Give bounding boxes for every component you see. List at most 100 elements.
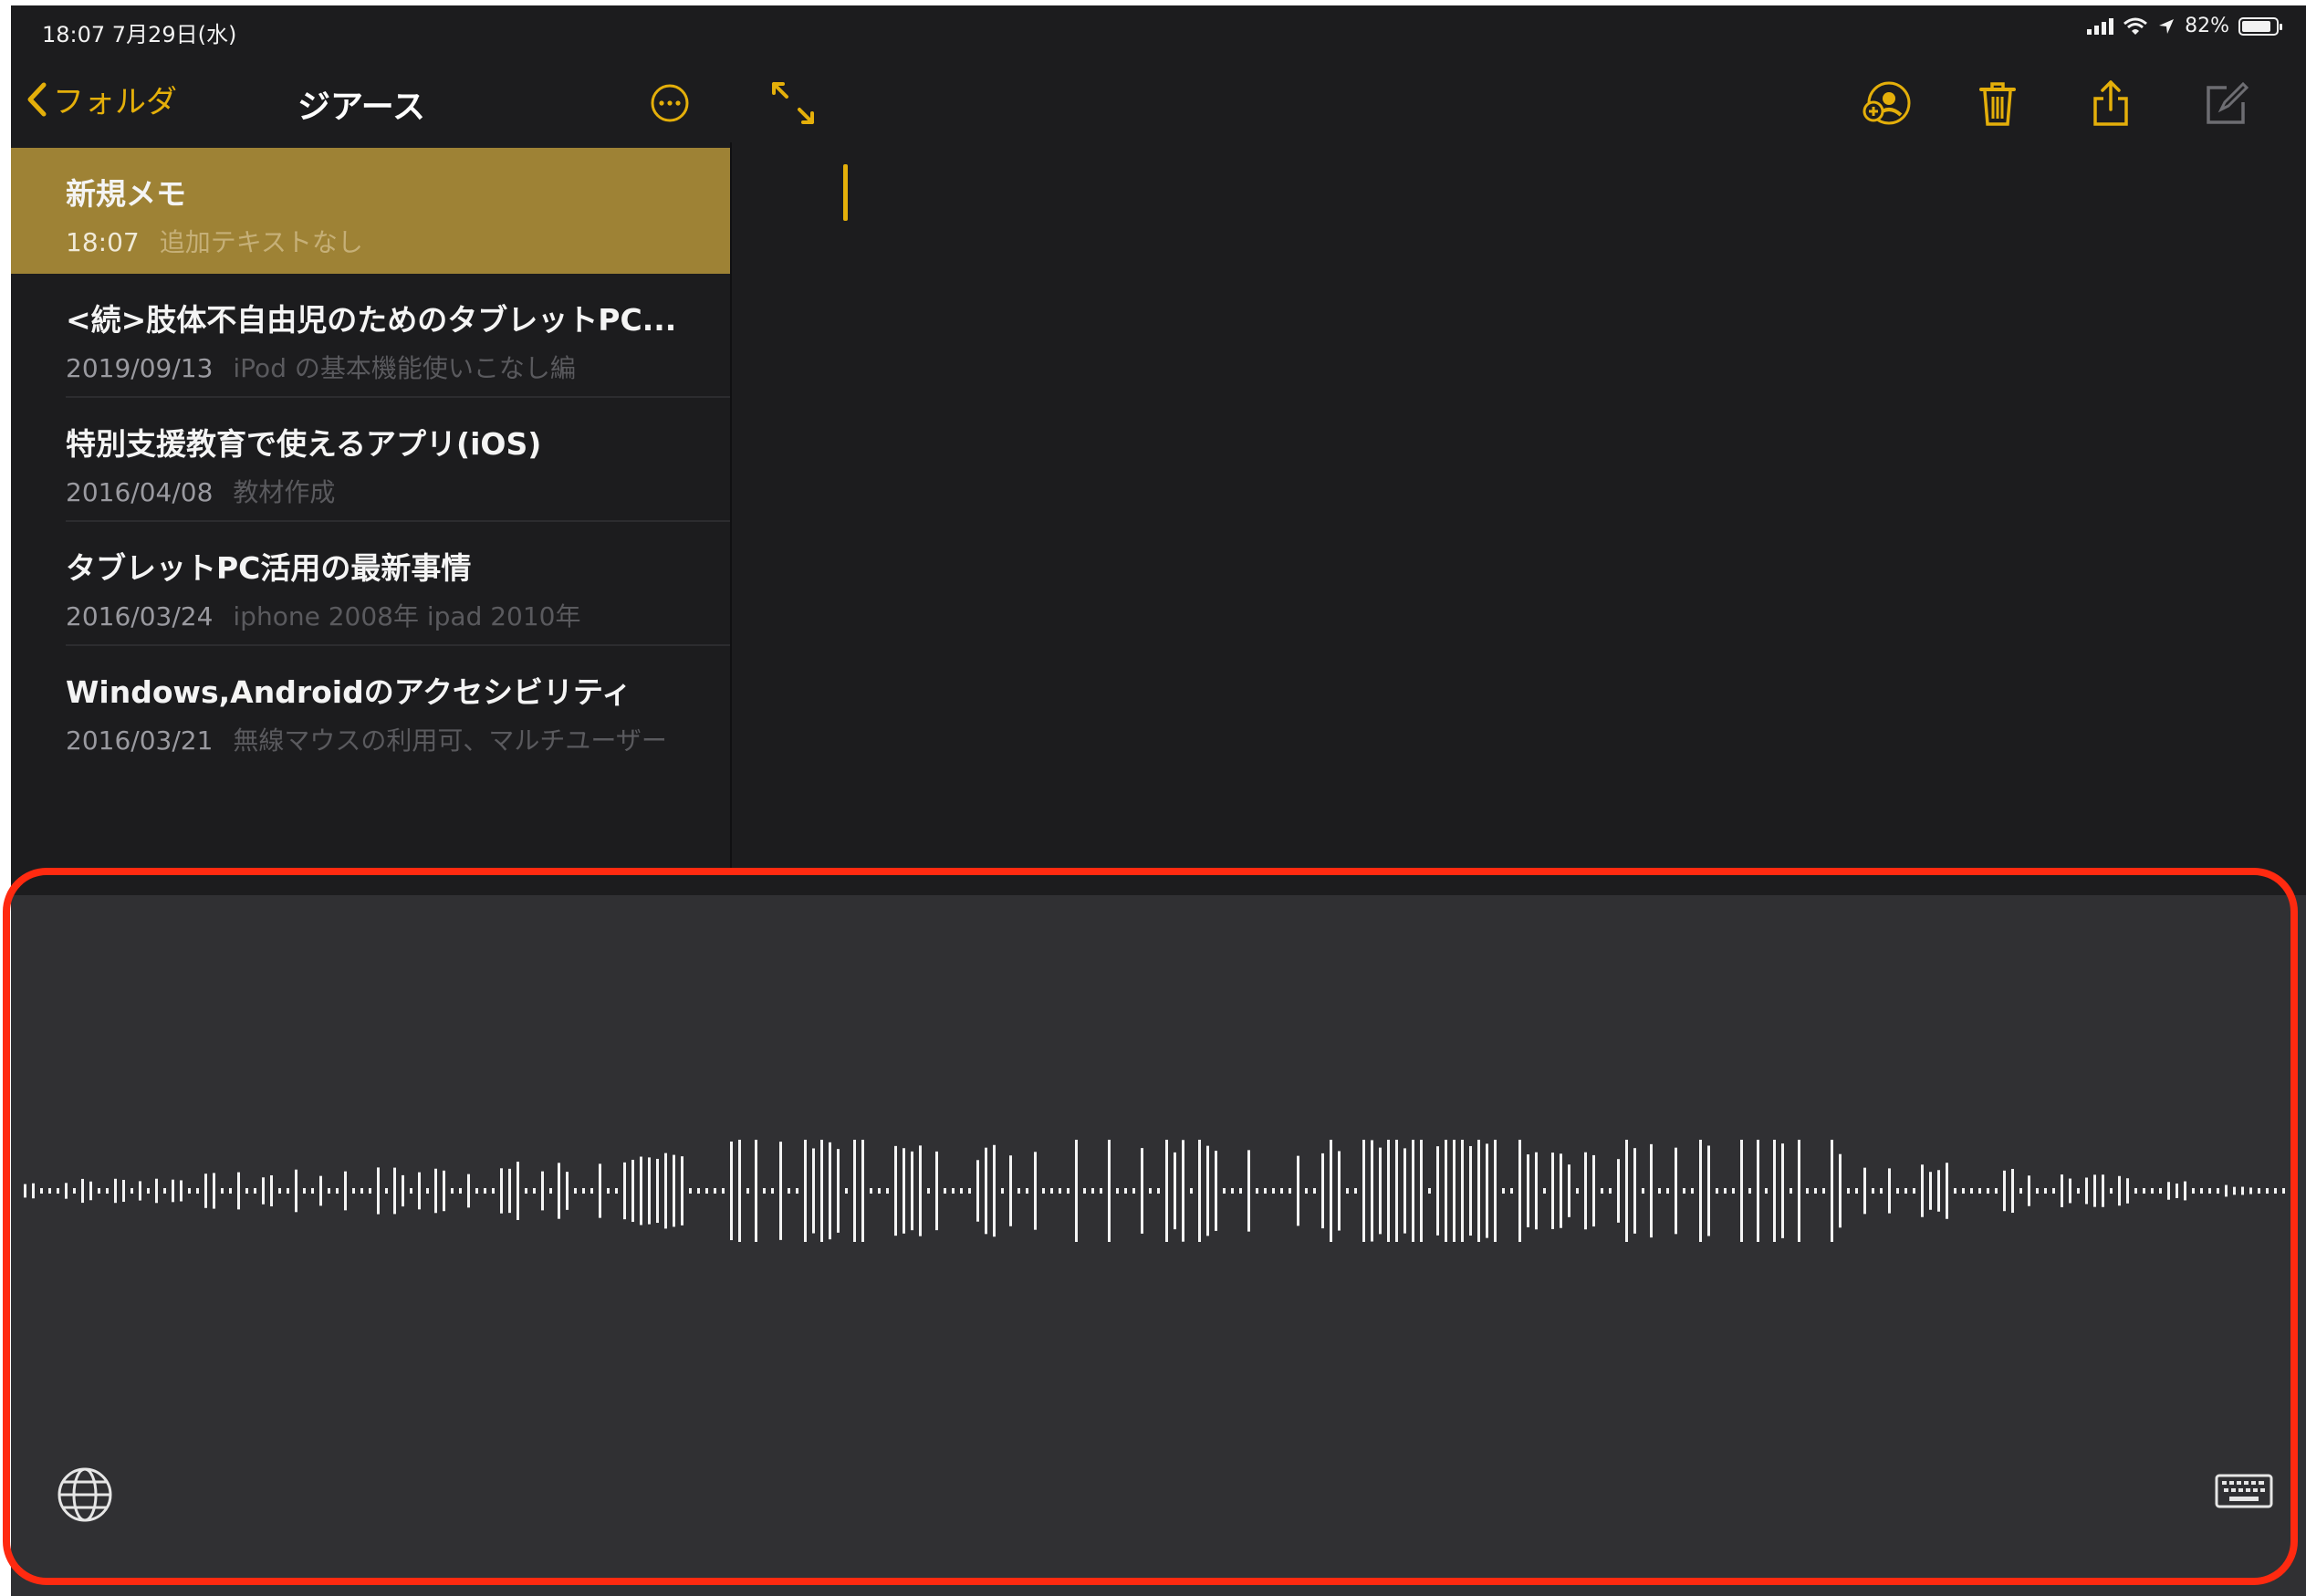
waveform-bar	[1551, 1153, 1554, 1229]
list-item[interactable]: Windows,Androidのアクセシビリティ 2016/03/21 無線マウス…	[11, 646, 730, 770]
waveform-bar	[213, 1173, 215, 1209]
waveform-bar	[574, 1188, 577, 1194]
share-icon[interactable]	[2086, 78, 2135, 128]
waveform-bar	[1798, 1140, 1800, 1242]
waveform-bar	[1855, 1188, 1858, 1194]
globe-icon[interactable]	[55, 1465, 115, 1525]
waveform-bar	[1017, 1188, 1020, 1194]
waveform-bar	[1289, 1188, 1291, 1194]
compose-icon[interactable]	[2201, 78, 2250, 128]
waveform-bar	[664, 1153, 667, 1229]
waveform-bar	[295, 1169, 297, 1213]
waveform-bar	[336, 1188, 339, 1194]
waveform-bar	[352, 1188, 355, 1194]
waveform-bar	[837, 1149, 840, 1233]
waveform-bar	[976, 1160, 979, 1222]
waveform-bar	[2061, 1174, 2063, 1207]
waveform-bar	[648, 1157, 651, 1225]
waveform-bar	[870, 1188, 872, 1194]
waveform-bar	[607, 1188, 610, 1194]
waveform-bar	[410, 1188, 412, 1194]
waveform-bar	[640, 1156, 642, 1226]
folder-title: ジアース	[297, 89, 426, 126]
waveform-bar	[714, 1188, 716, 1194]
ellipsis-circle-icon[interactable]	[650, 83, 690, 123]
waveform-bar	[582, 1188, 585, 1194]
waveform-bar	[130, 1188, 133, 1194]
waveform-bar	[903, 1148, 905, 1234]
waveform-bar	[443, 1170, 445, 1212]
keyboard-icon[interactable]	[2215, 1474, 2273, 1508]
waveform-bar	[1050, 1188, 1053, 1194]
trash-icon[interactable]	[1973, 78, 2022, 128]
waveform-bar	[927, 1188, 930, 1194]
waveform-bar	[1748, 1188, 1751, 1194]
waveform-bar	[245, 1188, 248, 1194]
waveform-bar	[2052, 1188, 2055, 1194]
waveform-bar	[98, 1188, 100, 1194]
waveform-bar	[344, 1171, 347, 1211]
note-preview: iphone 2008年 ipad 2010年	[233, 601, 581, 631]
waveform-bar	[1321, 1153, 1324, 1229]
waveform-bar	[1157, 1188, 1160, 1194]
waveform-bar	[278, 1188, 281, 1194]
waveform-bar	[1592, 1154, 1595, 1227]
waveform-bar	[1280, 1188, 1283, 1194]
waveform-bar	[1247, 1150, 1250, 1232]
waveform-bar	[1149, 1188, 1152, 1194]
add-person-icon[interactable]	[1862, 78, 1911, 128]
waveform-bar	[303, 1188, 306, 1194]
list-item[interactable]: 新規メモ 18:07 追加テキストなし	[11, 148, 730, 274]
list-item[interactable]: <続>肢体不自由児のためのタブレットPC... 2019/09/13 iPod の…	[11, 274, 730, 398]
waveform-bar	[229, 1188, 232, 1194]
list-item[interactable]: 特別支援教育で使えるアプリ(iOS) 2016/04/08 教材作成	[11, 398, 730, 522]
waveform-bar	[2143, 1188, 2145, 1194]
battery-percent: 82%	[2185, 15, 2229, 37]
waveform-bar	[1535, 1152, 1538, 1230]
waveform-bar	[40, 1188, 43, 1194]
waveform-bar	[188, 1188, 191, 1194]
waveform-bar	[1100, 1188, 1102, 1194]
waveform-bar	[1609, 1188, 1612, 1194]
waveform-bar	[1675, 1147, 1677, 1235]
notes-list: 新規メモ 18:07 追加テキストなし <続>肢体不自由児のためのタブレットPC.…	[11, 148, 730, 770]
note-editor[interactable]	[732, 51, 2306, 872]
waveform-bar	[1896, 1188, 1899, 1194]
expand-arrows-icon[interactable]	[768, 78, 818, 128]
waveform-bar	[1962, 1188, 1965, 1194]
waveform-bar	[1412, 1140, 1414, 1242]
waveform-bar	[1913, 1188, 1915, 1194]
dictation-waveform	[24, 1140, 2293, 1242]
waveform-bar	[2011, 1168, 2014, 1214]
waveform-bar	[2249, 1187, 2252, 1194]
waveform-bar	[1190, 1188, 1193, 1194]
waveform-bar	[541, 1171, 544, 1211]
waveform-bar	[705, 1188, 708, 1194]
waveform-bar	[1937, 1170, 1940, 1212]
waveform-bar	[2077, 1188, 2080, 1194]
waveform-bar	[804, 1140, 807, 1242]
waveform-bar	[1888, 1168, 1891, 1214]
waveform-bar	[328, 1188, 330, 1194]
waveform-bar	[1502, 1188, 1505, 1194]
waveform-bar	[1978, 1188, 1981, 1194]
note-date: 2016/04/08	[66, 477, 214, 507]
waveform-bar	[319, 1175, 322, 1206]
note-title: Windows,Androidのアクセシビリティ	[66, 674, 632, 710]
waveform-bar	[788, 1188, 790, 1194]
list-item[interactable]: タブレットPC活用の最新事情 2016/03/24 iphone 2008年 ip…	[11, 522, 730, 646]
waveform-bar	[122, 1179, 125, 1203]
waveform-bar	[147, 1188, 150, 1194]
text-cursor	[843, 164, 848, 221]
waveform-bar	[1543, 1188, 1546, 1194]
note-title: 新規メモ	[66, 176, 186, 212]
note-meta: 2019/09/13 iPod の基本機能使いこなし編	[66, 349, 730, 385]
waveform-bar	[377, 1167, 380, 1215]
waveform-bar	[755, 1140, 757, 1242]
waveform-bar	[919, 1145, 922, 1236]
note-preview: 追加テキストなし	[159, 227, 363, 257]
waveform-bar	[393, 1167, 396, 1215]
waveform-bar	[1806, 1188, 1809, 1194]
waveform-bar	[1428, 1188, 1431, 1194]
waveform-bar	[1666, 1188, 1669, 1194]
